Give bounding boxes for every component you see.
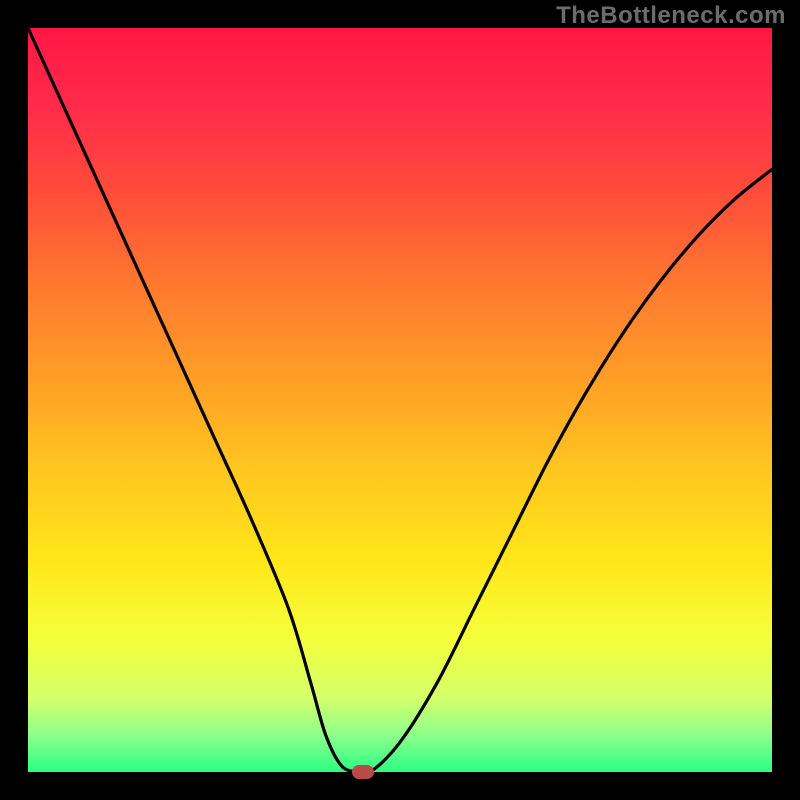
- plot-area: [28, 28, 772, 772]
- watermark-text: TheBottleneck.com: [556, 2, 786, 30]
- bottleneck-curve: [28, 28, 772, 772]
- minimum-marker: [352, 765, 374, 779]
- curve-path: [28, 28, 772, 772]
- chart-frame: TheBottleneck.com: [0, 0, 800, 800]
